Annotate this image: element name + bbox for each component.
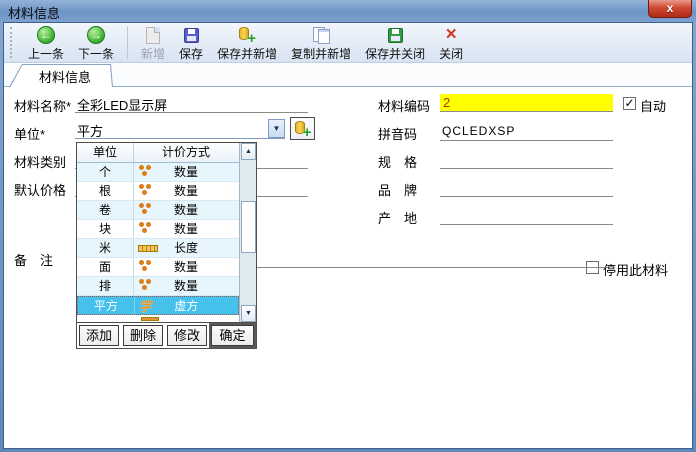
material-name-label: 材料名称* — [14, 96, 71, 115]
save-and-new-button[interactable]: + 保存并新增 — [210, 23, 284, 62]
database-add-icon: + — [238, 26, 256, 44]
unit-row-selected[interactable]: 平方 字虚方 — [77, 296, 239, 315]
titlebar: 材料信息 x — [0, 0, 696, 22]
window-body: ← 上一条 → 下一条 新增 保存 + 保存并新增 复制并新增 — [3, 22, 693, 449]
modify-button[interactable]: 修改 — [167, 325, 207, 346]
window-title: 材料信息 — [8, 3, 60, 22]
material-code-field[interactable]: 2 — [440, 94, 613, 112]
quantity-dots-icon — [142, 171, 147, 176]
save-floppy-icon — [184, 28, 199, 43]
brand-label: 品 牌 — [378, 180, 417, 199]
method-column-header: 计价方式 — [134, 143, 238, 162]
measure-char-icon: 字 — [139, 298, 152, 316]
quantity-dots-icon — [142, 228, 147, 233]
quantity-dots-icon — [142, 209, 147, 214]
arrow-left-circle-icon: ← — [37, 26, 55, 44]
category-label: 材料类别 — [14, 152, 66, 171]
unit-row[interactable]: 卷 数量 — [77, 201, 239, 220]
quantity-dots-icon — [142, 266, 147, 271]
unit-row[interactable]: 米 长度 — [77, 239, 239, 258]
material-info-window: 材料信息 x ← 上一条 → 下一条 新增 保存 + — [0, 0, 696, 452]
unit-grid-header: 单位 计价方式 — [77, 143, 256, 163]
unit-value: 平方 — [77, 121, 103, 140]
unit-column-header: 单位 — [77, 143, 134, 162]
save-close-floppy-icon — [388, 28, 403, 43]
unit-row[interactable]: 块 数量 — [77, 220, 239, 239]
material-name-underline — [75, 112, 308, 113]
length-ruler-icon — [138, 245, 158, 252]
toolbar: ← 上一条 → 下一条 新增 保存 + 保存并新增 复制并新增 — [4, 23, 692, 63]
add-button[interactable]: 添加 — [79, 325, 119, 346]
remark-label: 备 注 — [14, 250, 53, 269]
copy-pages-icon — [313, 27, 330, 44]
material-code-label: 材料编码 — [378, 96, 430, 115]
copy-and-new-button[interactable]: 复制并新增 — [284, 23, 358, 62]
unit-dropdown-panel: 单位 计价方式 个 数量 根 数量 卷 数量 — [76, 142, 257, 349]
add-unit-icon: + — [294, 120, 312, 138]
tab-strip: 材料信息 — [4, 63, 692, 87]
pinyin-value[interactable]: QCLEDXSP — [442, 124, 515, 138]
new-button: 新增 — [134, 23, 172, 62]
close-x-icon: × — [446, 27, 457, 43]
scroll-down-icon[interactable]: ▼ — [241, 305, 256, 322]
unit-label: 单位* — [14, 124, 45, 143]
toolbar-separator — [127, 26, 128, 59]
confirm-button[interactable]: 确定 — [211, 325, 254, 346]
close-button[interactable]: × 关闭 — [432, 23, 470, 62]
quantity-dots-icon — [142, 190, 147, 195]
unit-combobox[interactable]: 平方 ▼ — [75, 119, 285, 139]
previous-record-button[interactable]: ← 上一条 — [21, 23, 71, 62]
clipped-row — [77, 315, 239, 321]
origin-underline — [440, 224, 613, 225]
unit-row[interactable]: 根 数量 — [77, 182, 239, 201]
tab-material-info[interactable]: 材料信息 — [9, 64, 113, 87]
quantity-dots-icon — [142, 285, 147, 290]
scroll-up-icon[interactable]: ▲ — [241, 143, 256, 160]
arrow-right-circle-icon: → — [87, 26, 105, 44]
ruler-icon — [141, 317, 159, 321]
combo-dropdown-icon[interactable]: ▼ — [268, 119, 285, 138]
disable-material-label: 停用此材料 — [603, 260, 668, 279]
unit-grid: 单位 计价方式 个 数量 根 数量 卷 数量 — [77, 143, 256, 322]
toolbar-grip-icon — [10, 27, 15, 58]
dropdown-footer: 添加 删除 修改 确定 — [77, 322, 256, 348]
spec-label: 规 格 — [378, 152, 417, 171]
auto-checkbox[interactable]: ✓ — [623, 97, 636, 110]
next-record-button[interactable]: → 下一条 — [71, 23, 121, 62]
unit-row[interactable]: 排 数量 — [77, 277, 239, 296]
unit-row[interactable]: 个 数量 — [77, 163, 239, 182]
spec-underline — [440, 168, 613, 169]
pinyin-underline — [440, 140, 613, 141]
save-button[interactable]: 保存 — [172, 23, 210, 62]
pinyin-label: 拼音码 — [378, 124, 417, 143]
default-price-label: 默认价格 — [14, 180, 66, 199]
material-form: 材料名称* 全彩LED显示屏 单位* 平方 ▼ + 材料类别 默认价格 备 注 … — [4, 87, 692, 448]
scroll-thumb[interactable] — [241, 201, 256, 253]
window-close-icon[interactable]: x — [648, 0, 692, 18]
auto-checkbox-label: 自动 — [640, 96, 666, 115]
new-page-icon — [146, 27, 160, 44]
dropdown-scrollbar[interactable]: ▲ ▼ — [239, 143, 256, 322]
add-unit-button[interactable]: + — [290, 117, 315, 140]
save-and-close-button[interactable]: 保存并关闭 — [358, 23, 432, 62]
brand-underline — [440, 196, 613, 197]
unit-row[interactable]: 面 数量 — [77, 258, 239, 277]
origin-label: 产 地 — [378, 208, 417, 227]
delete-button[interactable]: 删除 — [123, 325, 163, 346]
